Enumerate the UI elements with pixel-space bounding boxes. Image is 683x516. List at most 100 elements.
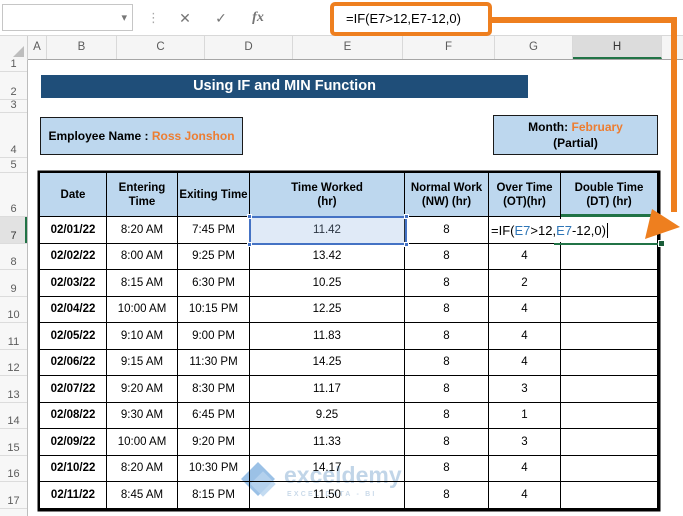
cell-G8[interactable]: 4 bbox=[489, 243, 561, 270]
column-header-A[interactable]: A bbox=[28, 36, 47, 59]
cell-H17[interactable] bbox=[561, 482, 658, 509]
column-header-D[interactable]: D bbox=[205, 36, 293, 59]
cell-E16[interactable]: 14.17 bbox=[250, 455, 405, 482]
cell-C15[interactable]: 10:00 AM bbox=[107, 429, 178, 456]
cell-G15[interactable]: 3 bbox=[489, 429, 561, 456]
table-header-H6[interactable]: Double Time (DT) (hr) bbox=[561, 173, 658, 217]
cell-B11[interactable]: 02/05/22 bbox=[40, 323, 107, 350]
cell-G16[interactable]: 4 bbox=[489, 455, 561, 482]
cell-H13[interactable] bbox=[561, 376, 658, 403]
row-header-12[interactable]: 12 bbox=[0, 350, 27, 376]
cell-H14[interactable] bbox=[561, 402, 658, 429]
cell-B10[interactable]: 02/04/22 bbox=[40, 296, 107, 323]
cell-F13[interactable]: 8 bbox=[405, 376, 489, 403]
cell-B14[interactable]: 02/08/22 bbox=[40, 402, 107, 429]
cell-D7[interactable]: 7:45 PM bbox=[178, 217, 250, 244]
cell-H15[interactable] bbox=[561, 429, 658, 456]
cell-G11[interactable]: 4 bbox=[489, 323, 561, 350]
cell-B7[interactable]: 02/01/22 bbox=[40, 217, 107, 244]
insert-function-icon[interactable]: fx bbox=[243, 4, 273, 32]
cell-B17[interactable]: 02/11/22 bbox=[40, 482, 107, 509]
cell-F7[interactable]: 8 bbox=[405, 217, 489, 244]
cell-F8[interactable]: 8 bbox=[405, 243, 489, 270]
cell-B12[interactable]: 02/06/22 bbox=[40, 349, 107, 376]
cell-C13[interactable]: 9:20 AM bbox=[107, 376, 178, 403]
cell-H10[interactable] bbox=[561, 296, 658, 323]
row-header-7[interactable]: 7 bbox=[0, 217, 27, 244]
row-header-4[interactable]: 4 bbox=[0, 113, 27, 158]
cell-H12[interactable] bbox=[561, 349, 658, 376]
row-header-17[interactable]: 17 bbox=[0, 482, 27, 509]
cell-B13[interactable]: 02/07/22 bbox=[40, 376, 107, 403]
cell-G13[interactable]: 3 bbox=[489, 376, 561, 403]
cell-C14[interactable]: 9:30 AM bbox=[107, 402, 178, 429]
fill-handle[interactable] bbox=[658, 239, 665, 247]
row-header-16[interactable]: 16 bbox=[0, 456, 27, 482]
cell-H8[interactable] bbox=[561, 243, 658, 270]
enter-icon[interactable]: ✓ bbox=[206, 4, 236, 32]
table-header-B6[interactable]: Date bbox=[40, 173, 107, 217]
column-header-E[interactable]: E bbox=[293, 36, 403, 59]
cell-D17[interactable]: 8:15 PM bbox=[178, 482, 250, 509]
cell-E12[interactable]: 14.25 bbox=[250, 349, 405, 376]
row-header-15[interactable]: 15 bbox=[0, 429, 27, 456]
row-header-13[interactable]: 13 bbox=[0, 376, 27, 403]
cell-F15[interactable]: 8 bbox=[405, 429, 489, 456]
row-header-5[interactable]: 5 bbox=[0, 158, 27, 173]
column-header-B[interactable]: B bbox=[47, 36, 117, 59]
cell-H11[interactable] bbox=[561, 323, 658, 350]
row-header-8[interactable]: 8 bbox=[0, 244, 27, 270]
row-header-3[interactable]: 3 bbox=[0, 99, 27, 113]
cell-B16[interactable]: 02/10/22 bbox=[40, 455, 107, 482]
table-header-F6[interactable]: Normal Work (NW) (hr) bbox=[405, 173, 489, 217]
cell-C7[interactable]: 8:20 AM bbox=[107, 217, 178, 244]
row-header-10[interactable]: 10 bbox=[0, 297, 27, 323]
cell-F16[interactable]: 8 bbox=[405, 455, 489, 482]
cell-H9[interactable] bbox=[561, 270, 658, 297]
cancel-icon[interactable]: ✕ bbox=[170, 4, 200, 32]
table-header-E6[interactable]: Time Worked (hr) bbox=[250, 173, 405, 217]
cell-F11[interactable]: 8 bbox=[405, 323, 489, 350]
cell-D12[interactable]: 11:30 PM bbox=[178, 349, 250, 376]
cell-E17[interactable]: 11.50 bbox=[250, 482, 405, 509]
cell-G10[interactable]: 4 bbox=[489, 296, 561, 323]
column-header-F[interactable]: F bbox=[403, 36, 495, 59]
in-cell-formula-editor[interactable]: =IF(E7 >12, E7 -12,0) bbox=[489, 218, 656, 242]
cell-C16[interactable]: 8:20 AM bbox=[107, 455, 178, 482]
month-box[interactable]: Month: February (Partial) bbox=[493, 115, 658, 155]
column-header-H[interactable]: H bbox=[573, 36, 662, 59]
select-all-corner[interactable] bbox=[0, 36, 28, 60]
cell-E14[interactable]: 9.25 bbox=[250, 402, 405, 429]
employee-name-box[interactable]: Employee Name : Ross Jonshon bbox=[40, 117, 243, 155]
formula-bar-input[interactable]: =IF(E7>12,E7-12,0) bbox=[346, 10, 461, 28]
cell-C10[interactable]: 10:00 AM bbox=[107, 296, 178, 323]
table-header-G6[interactable]: Over Time (OT)(hr) bbox=[489, 173, 561, 217]
row-header-1[interactable]: 1 bbox=[0, 58, 27, 72]
cell-E13[interactable]: 11.17 bbox=[250, 376, 405, 403]
cell-D8[interactable]: 9:25 PM bbox=[178, 243, 250, 270]
cell-E9[interactable]: 10.25 bbox=[250, 270, 405, 297]
cell-B15[interactable]: 02/09/22 bbox=[40, 429, 107, 456]
cell-F14[interactable]: 8 bbox=[405, 402, 489, 429]
column-header-C[interactable]: C bbox=[117, 36, 205, 59]
cell-C9[interactable]: 8:15 AM bbox=[107, 270, 178, 297]
table-header-C6[interactable]: Entering Time bbox=[107, 173, 178, 217]
cell-E15[interactable]: 11.33 bbox=[250, 429, 405, 456]
cell-D13[interactable]: 8:30 PM bbox=[178, 376, 250, 403]
cell-C17[interactable]: 8:45 AM bbox=[107, 482, 178, 509]
name-box[interactable]: ▾ bbox=[2, 4, 133, 31]
column-header-G[interactable]: G bbox=[495, 36, 573, 59]
cell-E8[interactable]: 13.42 bbox=[250, 243, 405, 270]
cell-D9[interactable]: 6:30 PM bbox=[178, 270, 250, 297]
row-header-11[interactable]: 11 bbox=[0, 323, 27, 350]
cell-D15[interactable]: 9:20 PM bbox=[178, 429, 250, 456]
row-header-14[interactable]: 14 bbox=[0, 403, 27, 429]
cell-E11[interactable]: 11.83 bbox=[250, 323, 405, 350]
cell-G17[interactable]: 4 bbox=[489, 482, 561, 509]
cell-G14[interactable]: 1 bbox=[489, 402, 561, 429]
cell-F17[interactable]: 8 bbox=[405, 482, 489, 509]
cell-D14[interactable]: 6:45 PM bbox=[178, 402, 250, 429]
cell-F10[interactable]: 8 bbox=[405, 296, 489, 323]
cell-G12[interactable]: 4 bbox=[489, 349, 561, 376]
cell-G9[interactable]: 2 bbox=[489, 270, 561, 297]
